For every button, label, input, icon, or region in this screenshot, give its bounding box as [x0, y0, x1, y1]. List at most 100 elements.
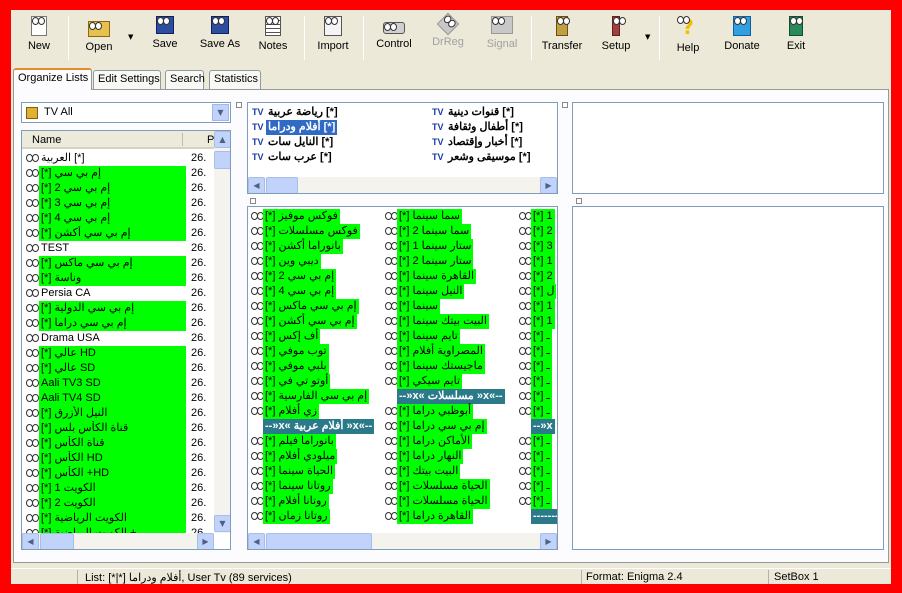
glasses-icon [385, 287, 398, 295]
hscroll-thumb[interactable] [266, 533, 372, 549]
list-item[interactable]: [*] إم بي سي 2 26. [25, 181, 212, 196]
bouquets-hscrollbar[interactable]: ◀ ▶ [248, 177, 557, 193]
open-button[interactable]: Open [71, 16, 127, 62]
new-button[interactable]: New [11, 16, 67, 62]
column-header-name[interactable]: Name [32, 134, 61, 146]
list-item[interactable]: [*] الكأس HD 26. [25, 451, 212, 466]
list-item[interactable]: [*] إم بي سي 4 26. [25, 211, 212, 226]
control-button[interactable]: Control [366, 16, 422, 62]
glasses-icon [251, 212, 264, 220]
service-name: [*] ميلودي أفلام [263, 449, 338, 464]
new-label: New [27, 40, 50, 52]
service-name: [*] النيل الأزرق [39, 406, 186, 421]
scroll-left-icon[interactable]: ◀ [248, 533, 265, 549]
list-vscrollbar[interactable]: ▲ ▼ [214, 131, 230, 533]
tab-search[interactable]: Search [165, 70, 205, 89]
tab-statistics[interactable]: Statistics [209, 70, 261, 89]
service-name: [*] تايم سينما [397, 329, 460, 344]
list-item[interactable]: [*] وناسة 26. [25, 271, 212, 286]
scroll-left-icon[interactable]: ◀ [248, 177, 265, 193]
notes-icon [265, 16, 281, 36]
list-item[interactable]: [*] الكويت 1 26. [25, 481, 212, 496]
list-item[interactable]: Aali TV3 SD 26. [25, 376, 212, 391]
service-position: 26. [191, 287, 207, 299]
service-position: 26. [191, 242, 207, 254]
donate-button[interactable]: Donate [714, 16, 770, 62]
bouquets-pane[interactable]: TV رياضة عربية [*] TV أفلام ودراما [*] TV الن… [247, 102, 558, 194]
drreg-button[interactable]: DrReg [420, 12, 476, 62]
hscroll-thumb[interactable] [40, 533, 74, 549]
notes-button[interactable]: Notes [245, 16, 301, 62]
tv-badge-icon: TV [252, 152, 264, 162]
right-bottom-pane[interactable] [572, 206, 884, 550]
glasses-icon [519, 227, 532, 235]
list-item[interactable]: [*] إم بي سي أكشن 26. [25, 226, 212, 241]
all-services-list[interactable]: Name P العربية [*] 26. [*] إم بي سي 26. [*] … [21, 130, 231, 550]
scroll-right-icon[interactable]: ▶ [197, 533, 214, 549]
import-button[interactable]: Import [305, 16, 361, 62]
signal-button[interactable]: Signal [474, 16, 530, 62]
list-item[interactable]: [*] الكأس +HD 26. [25, 466, 212, 481]
service-name: [*] 1 [531, 299, 555, 314]
scroll-right-icon[interactable]: ▶ [540, 533, 557, 549]
list-item[interactable]: [*] الكويت الرياضية 26. [25, 511, 212, 526]
scroll-left-icon[interactable]: ◀ [22, 533, 39, 549]
hscroll-thumb[interactable] [266, 177, 298, 193]
service-position: 26. [191, 422, 207, 434]
list-item[interactable]: [*] إم بي سي 26. [25, 166, 212, 181]
glasses-icon [251, 227, 264, 235]
transfer-button[interactable]: Transfer [534, 16, 590, 62]
service-name: [*] إم بي سي [39, 166, 186, 181]
bouquet-services-pane[interactable]: [*] فوكس موفيز [*] فوكس مسلسلات [*] بانورا… [247, 206, 558, 550]
setup-button[interactable]: Setup [588, 16, 644, 62]
help-button[interactable]: ? Help [660, 16, 716, 62]
service-name: [*] قناة الكأس بلس [39, 421, 186, 436]
toolbar: New Open ▼ Save Save As Notes Import Con… [11, 10, 891, 65]
list-item[interactable]: [*] إم بي سي دراما 26. [25, 316, 212, 331]
list-item[interactable]: [*] عالي SD 26. [25, 361, 212, 376]
tab-edit-settings[interactable]: Edit Settings [93, 70, 161, 89]
save-as-button[interactable]: Save As [192, 16, 248, 62]
list-item[interactable]: [*] قناة الكأس بلس 26. [25, 421, 212, 436]
list-item[interactable]: [*] قناة الكأس 26. [25, 436, 212, 451]
list-hscrollbar[interactable]: ◀ ▶ [22, 533, 214, 549]
tab-organize-lists[interactable]: Organize Lists [13, 68, 92, 90]
list-item[interactable]: [*] إم بي سي الدولية 26. [25, 301, 212, 316]
service-name: [*] القاهرة دراما [397, 509, 473, 524]
list-item[interactable]: Drama USA 26. [25, 331, 212, 346]
glasses-icon [251, 392, 264, 400]
chevron-down-icon[interactable]: ▼ [212, 104, 229, 121]
service-name: [*] البيت بيتك [397, 464, 461, 479]
services-hscrollbar[interactable]: ◀ ▶ [248, 533, 557, 549]
save-button[interactable]: Save [137, 16, 193, 62]
right-top-pane[interactable] [572, 102, 884, 194]
service-name: [*] ماجيستك سينما [397, 359, 485, 374]
list-item[interactable]: [*] عالي HD 26. [25, 346, 212, 361]
scroll-up-icon[interactable]: ▲ [214, 131, 230, 148]
list-filter-combo[interactable]: TV All ▼ [21, 102, 231, 123]
service-name: --»x [531, 419, 555, 434]
list-item[interactable]: [*] إم بي سي 3 26. [25, 196, 212, 211]
scroll-right-icon[interactable]: ▶ [540, 177, 557, 193]
glasses-icon [385, 377, 398, 385]
service-position: 26. [191, 212, 207, 224]
setup-dropdown-icon[interactable]: ▼ [645, 33, 650, 41]
service-name: [*] إم بي سي الفارسية [263, 389, 370, 404]
list-item[interactable]: [*] إم بي سي ماكس 26. [25, 256, 212, 271]
list-item[interactable]: Aali TV4 SD 26. [25, 391, 212, 406]
glasses-icon [251, 257, 264, 265]
list-item[interactable]: Persia CA 26. [25, 286, 212, 301]
exit-button[interactable]: Exit [768, 16, 824, 62]
list-item[interactable]: [*] النيل الأزرق 26. [25, 406, 212, 421]
service-name: [*] النيل سينما [397, 284, 465, 299]
list-item[interactable]: TEST 26. [25, 241, 212, 256]
open-dropdown-icon[interactable]: ▼ [128, 33, 133, 41]
scroll-thumb[interactable] [214, 151, 230, 169]
glasses-icon [519, 347, 532, 355]
scroll-down-icon[interactable]: ▼ [214, 515, 230, 532]
list-item[interactable]: [*] الكويت 2 26. [25, 496, 212, 511]
glasses-icon [26, 454, 39, 462]
organize-lists-panel: TV All ▼ Name P العربية [*] 26. [*] إم بي … [13, 89, 889, 563]
service-name: [*] ـ [531, 479, 552, 494]
list-item[interactable]: العربية [*] 26. [25, 151, 212, 166]
